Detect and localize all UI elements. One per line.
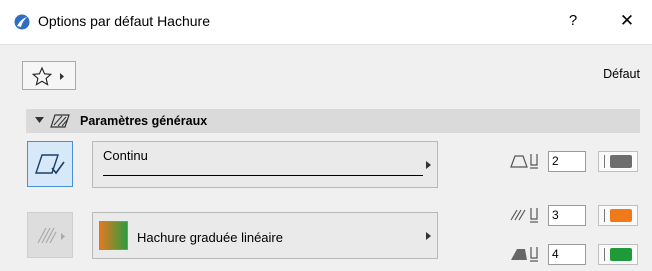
line-type-dropdown[interactable]: Continu: [92, 141, 438, 188]
hatch-pattern-icon: [37, 227, 65, 244]
collapse-arrow-icon: [35, 117, 44, 123]
line-preview: [103, 175, 423, 176]
foreground-pen-input[interactable]: 3: [548, 205, 586, 226]
foreground-pen-swatch: [610, 209, 632, 222]
fill-type-button[interactable]: [27, 141, 73, 187]
archicad-app-icon: [14, 14, 30, 30]
contour-pen-input[interactable]: 2: [548, 151, 586, 172]
hatch-pattern-button[interactable]: [27, 212, 73, 258]
chevron-right-icon: [60, 73, 64, 80]
background-pen-color[interactable]: [598, 244, 638, 265]
background-pen-swatch: [610, 248, 632, 261]
foreground-pen-color[interactable]: [598, 205, 638, 226]
line-type-label: Continu: [103, 148, 148, 163]
window-title: Options par défaut Hachure: [38, 13, 210, 29]
chevron-right-icon: [426, 161, 431, 169]
gradient-swatch: [99, 221, 128, 250]
background-pen-icon: [511, 247, 538, 262]
favorites-button[interactable]: [22, 61, 76, 90]
default-label: Défaut: [603, 67, 640, 81]
background-pen-input[interactable]: 4: [548, 244, 586, 265]
hatch-settings-icon: [50, 114, 70, 128]
contour-pen-color[interactable]: [598, 151, 638, 172]
fill-pattern-dropdown[interactable]: Hachure graduée linéaire: [92, 212, 438, 259]
foreground-pen-icon: [510, 208, 538, 223]
title-bar: Options par défaut Hachure ? ✕: [0, 0, 652, 45]
contour-pen-icon: [510, 154, 538, 169]
section-title: Paramètres généraux: [80, 114, 208, 128]
star-icon: [31, 66, 64, 86]
chevron-right-icon: [426, 232, 431, 240]
fill-pattern-label: Hachure graduée linéaire: [137, 230, 283, 245]
contour-pen-swatch: [610, 155, 632, 168]
fill-outline-icon: [35, 154, 65, 175]
close-button[interactable]: ✕: [616, 10, 638, 32]
help-button[interactable]: ?: [562, 10, 584, 32]
general-settings-header[interactable]: Paramètres généraux: [26, 109, 640, 133]
